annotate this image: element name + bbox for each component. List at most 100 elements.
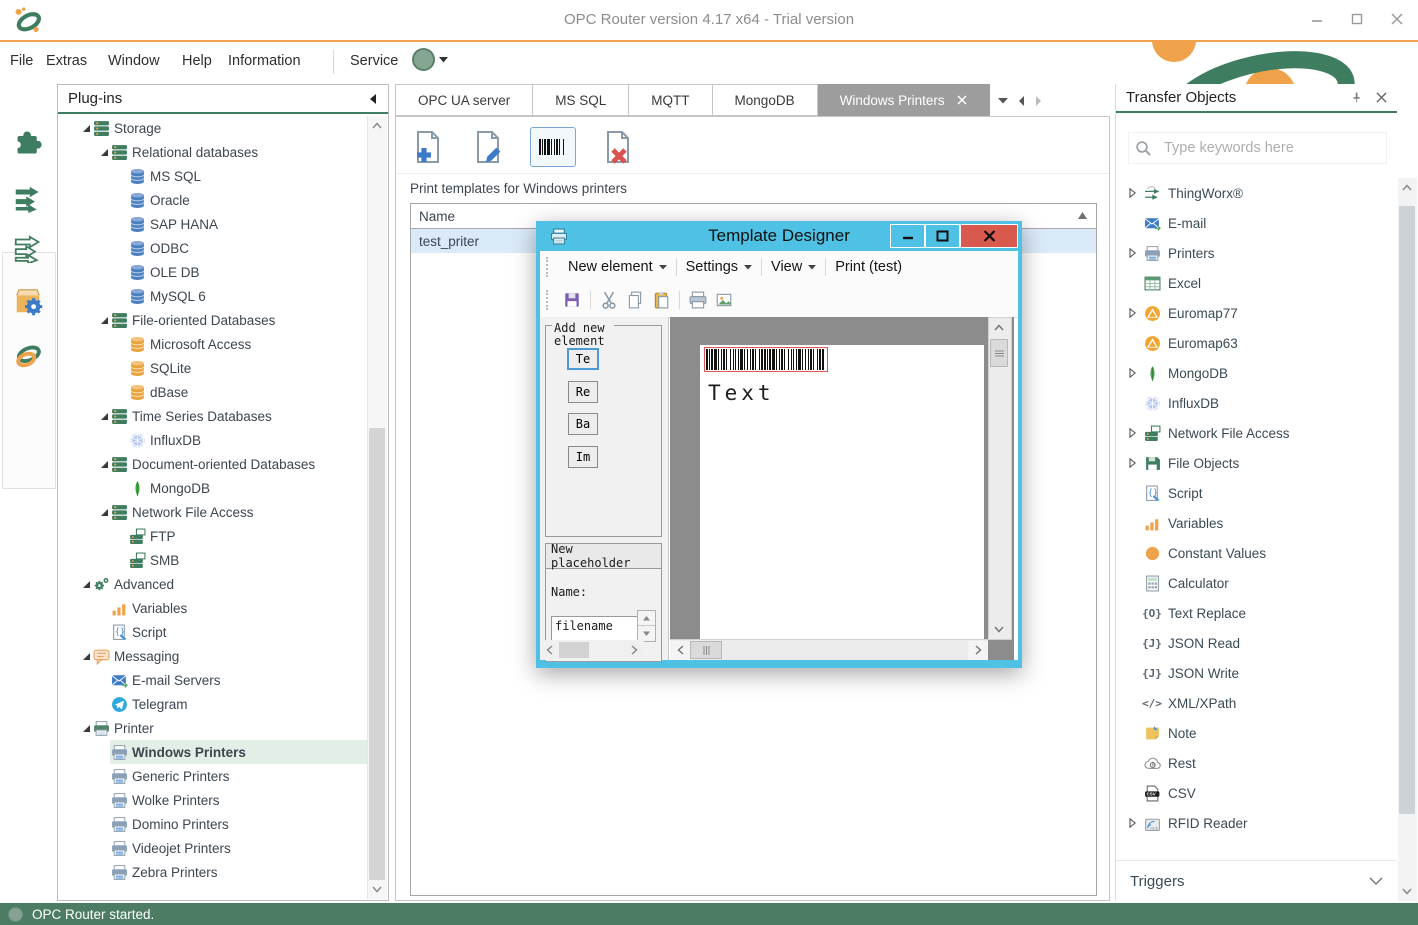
- transfer-item-text-replace[interactable]: {O}Text Replace: [1116, 598, 1397, 628]
- scroll-left-icon[interactable]: [670, 641, 690, 660]
- plugins-scrollbar[interactable]: [367, 116, 387, 899]
- toolbar-grip[interactable]: [546, 290, 553, 310]
- transfer-item-xml-xpath[interactable]: </>XML/XPath: [1116, 688, 1397, 718]
- tree-item-odbc[interactable]: ODBC: [58, 236, 367, 260]
- transfer-item-note[interactable]: Note: [1116, 718, 1397, 748]
- window-minimize-button[interactable]: [1304, 8, 1330, 30]
- transfer-item-excel[interactable]: Excel: [1116, 268, 1397, 298]
- text-element[interactable]: Text: [708, 381, 775, 405]
- barcode-element[interactable]: [704, 347, 828, 372]
- tree-item-oracle[interactable]: Oracle: [58, 188, 367, 212]
- expander-collapsed-icon[interactable]: [1129, 818, 1143, 828]
- transfer-item-variables[interactable]: Variables: [1116, 508, 1397, 538]
- tree-item-smb[interactable]: SMB: [58, 548, 367, 572]
- edit-template-button[interactable]: [470, 128, 506, 166]
- chevron-down-icon[interactable]: [1369, 877, 1383, 886]
- designer-canvas[interactable]: Text: [670, 317, 1014, 660]
- tree-item-mongodb[interactable]: MongoDB: [58, 476, 367, 500]
- expander-collapsed-icon[interactable]: [1129, 428, 1143, 438]
- tab-windows-printers-active[interactable]: Windows Printers: [818, 84, 990, 116]
- transfer-item-json-read[interactable]: {J}JSON Read: [1116, 628, 1397, 658]
- spin-down-icon[interactable]: [638, 625, 655, 640]
- tree-item-mysql-6[interactable]: MySQL 6: [58, 284, 367, 308]
- tree-item-windows-printers[interactable]: Windows Printers: [58, 740, 367, 764]
- name-spinner[interactable]: [637, 610, 656, 642]
- menu-file[interactable]: File: [6, 47, 37, 75]
- barcode-template-button[interactable]: [530, 127, 576, 167]
- element-button-im[interactable]: Im: [568, 446, 598, 468]
- tree-item-microsoft-access[interactable]: Microsoft Access: [58, 332, 367, 356]
- toolbar-grip[interactable]: [546, 257, 553, 277]
- element-button-ba[interactable]: Ba: [568, 413, 598, 435]
- placeholder-name-input[interactable]: filename: [551, 616, 639, 642]
- scroll-up-icon[interactable]: [368, 116, 386, 135]
- paste-icon[interactable]: [648, 288, 674, 312]
- tree-item-document-oriented-databases[interactable]: Document-oriented Databases: [58, 452, 367, 476]
- delete-template-button[interactable]: [600, 128, 636, 166]
- column-header-name[interactable]: Name: [419, 209, 455, 224]
- cut-icon[interactable]: [596, 288, 622, 312]
- transfer-item-influxdb[interactable]: InfluxDB: [1116, 388, 1397, 418]
- tree-item-file-oriented-databases[interactable]: File-oriented Databases: [58, 308, 367, 332]
- scrollbar-thumb[interactable]: [1399, 206, 1415, 814]
- transfer-item-euromap63[interactable]: Euromap63: [1116, 328, 1397, 358]
- menu-new-element[interactable]: New element: [559, 259, 676, 275]
- transfer-item-mongodb[interactable]: MongoDB: [1116, 358, 1397, 388]
- window-maximize-button[interactable]: [1344, 8, 1370, 30]
- transfer-item-printers[interactable]: Printers: [1116, 238, 1397, 268]
- transfer-item-rest[interactable]: RRest: [1116, 748, 1397, 778]
- expander-expanded-icon[interactable]: [80, 122, 92, 134]
- transfer-item-e-mail[interactable]: E-mail: [1116, 208, 1397, 238]
- print-icon[interactable]: [685, 288, 711, 312]
- tree-item-network-file-access[interactable]: Network File Access: [58, 500, 367, 524]
- tree-item-time-series-databases[interactable]: Time Series Databases: [58, 404, 367, 428]
- menu-extras[interactable]: Extras: [42, 47, 91, 75]
- expander-expanded-icon[interactable]: [98, 146, 110, 158]
- scroll-down-icon[interactable]: [990, 620, 1008, 639]
- menu-window[interactable]: Window: [104, 47, 164, 75]
- menu-print-test[interactable]: Print (test): [826, 259, 911, 275]
- window-close-button[interactable]: [1384, 8, 1410, 30]
- scroll-down-icon[interactable]: [1398, 882, 1416, 901]
- dialog-title-bar[interactable]: Template Designer: [536, 221, 1022, 251]
- add-template-button[interactable]: [410, 128, 446, 166]
- tree-item-ole-db[interactable]: OLE DB: [58, 260, 367, 284]
- menu-information[interactable]: Information: [224, 47, 305, 75]
- canvas-vertical-scrollbar[interactable]: [988, 317, 1012, 640]
- transfer-item-csv[interactable]: CSVCSV: [1116, 778, 1397, 808]
- tab-scroll-left-icon[interactable]: [1018, 96, 1025, 106]
- scrollbar-thumb[interactable]: [690, 641, 722, 659]
- expander-expanded-icon[interactable]: [80, 650, 92, 662]
- scroll-right-icon[interactable]: [625, 640, 644, 660]
- tree-item-influxdb[interactable]: InfluxDB: [58, 428, 367, 452]
- transfer-item-json-write[interactable]: {J}JSON Write: [1116, 658, 1397, 688]
- sidebar-horizontal-scrollbar[interactable]: [540, 640, 644, 660]
- plugins-strip-button[interactable]: [10, 126, 46, 160]
- scrollbar-thumb[interactable]: [369, 428, 385, 880]
- connections-strip-button[interactable]: [10, 182, 46, 216]
- tree-item-sap-hana[interactable]: SAP HANA: [58, 212, 367, 236]
- scrollbar-thumb[interactable]: [559, 642, 589, 658]
- tree-item-relational-databases[interactable]: Relational databases: [58, 140, 367, 164]
- transfer-item-script[interactable]: {}Script: [1116, 478, 1397, 508]
- tree-item-variables[interactable]: Variables: [58, 596, 367, 620]
- expander-expanded-icon[interactable]: [80, 722, 92, 734]
- dialog-minimize-button[interactable]: [890, 224, 925, 248]
- sort-ascending-icon[interactable]: [1077, 211, 1088, 220]
- copy-icon[interactable]: [622, 288, 648, 312]
- transfer-item-calculator[interactable]: Calculator: [1116, 568, 1397, 598]
- tree-item-e-mail-servers[interactable]: E-mail Servers: [58, 668, 367, 692]
- tree-item-ms-sql[interactable]: MS SQL: [58, 164, 367, 188]
- expander-expanded-icon[interactable]: [98, 410, 110, 422]
- close-panel-icon[interactable]: [1376, 92, 1387, 103]
- tree-item-advanced[interactable]: Advanced: [58, 572, 367, 596]
- tree-item-script[interactable]: {}Script: [58, 620, 367, 644]
- expander-expanded-icon[interactable]: [98, 458, 110, 470]
- project-strip-button[interactable]: [10, 284, 46, 318]
- expander-collapsed-icon[interactable]: [1129, 458, 1143, 468]
- template-name-cell[interactable]: test_priter: [419, 234, 479, 249]
- transfer-item-network-file-access[interactable]: Network File Access: [1116, 418, 1397, 448]
- scroll-right-icon[interactable]: [968, 641, 988, 660]
- scroll-left-icon[interactable]: [540, 640, 559, 660]
- expander-collapsed-icon[interactable]: [1129, 368, 1143, 378]
